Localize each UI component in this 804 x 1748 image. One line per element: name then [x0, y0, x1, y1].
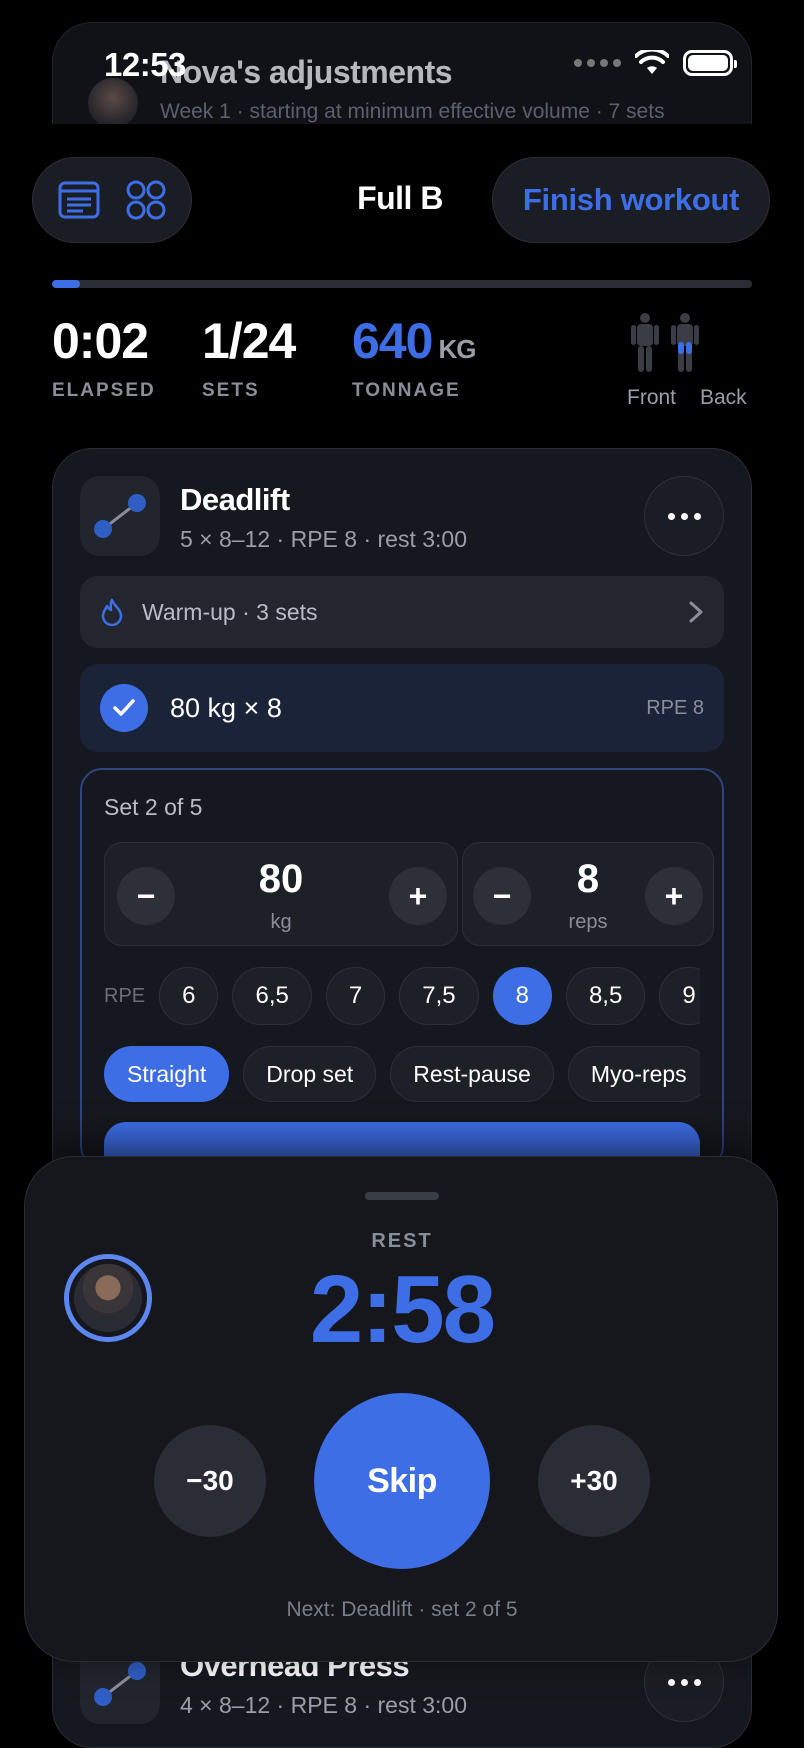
set-type-chip[interactable]: Drop set: [243, 1046, 377, 1102]
add-30s-button[interactable]: +30: [538, 1425, 650, 1537]
tonnage-label: TONNAGE: [352, 380, 461, 401]
back-label: Back: [700, 386, 747, 409]
elapsed-label: ELAPSED: [52, 380, 156, 401]
grid-view-icon[interactable]: [124, 178, 168, 222]
set-type-chip[interactable]: Rest-pause: [390, 1046, 554, 1102]
cellular-icon: [574, 59, 621, 67]
front-label: Front: [627, 386, 677, 409]
tonnage-value: 640: [352, 313, 433, 369]
rest-label: REST: [371, 1230, 433, 1252]
rpe-chip[interactable]: 6,5: [232, 967, 312, 1025]
coach-banner-subtitle: Week 1 · starting at minimum effective v…: [160, 100, 665, 123]
rpe-chip[interactable]: 8,5: [565, 967, 646, 1025]
reps-increment-button[interactable]: +: [645, 867, 703, 925]
wifi-icon: [635, 50, 669, 74]
workout-title: Full B: [357, 180, 443, 216]
finish-workout-button[interactable]: Finish workout: [492, 157, 770, 243]
exercise-meta: 5 × 8–12 · RPE 8 · rest 3:00: [180, 526, 468, 552]
rpe-label: RPE: [104, 984, 146, 1007]
exercise-more-button[interactable]: [644, 476, 724, 556]
next-exercise-meta: 4 × 8–12 · RPE 8 · rest 3:00: [180, 1692, 468, 1718]
rpe-selector: RPE 6 6,5 7 7,5 8 8,5 9: [104, 966, 700, 1026]
sheet-grabber[interactable]: [365, 1192, 439, 1200]
coach-avatar: [88, 78, 138, 128]
tonnage-unit: KG: [438, 334, 476, 364]
elapsed-value: 0:02: [52, 313, 149, 369]
sets-label: SETS: [202, 380, 260, 401]
status-icons: [574, 50, 737, 76]
workout-progress-bar: [52, 280, 752, 288]
next-set-text: Next: Deadlift · set 2 of 5: [286, 1598, 518, 1621]
check-icon[interactable]: [100, 684, 148, 732]
weight-stepper: − 80 kg +: [104, 842, 458, 946]
exercise-name: Deadlift: [180, 482, 290, 517]
rpe-chip[interactable]: 9: [659, 967, 700, 1025]
subtract-30s-button[interactable]: −30: [154, 1425, 266, 1537]
completed-set-rpe: RPE 8: [646, 696, 704, 719]
completed-set-row[interactable]: 80 kg × 8 RPE 8: [80, 664, 724, 752]
completed-set-text: 80 kg × 8: [170, 692, 282, 723]
body-back-icon[interactable]: [667, 312, 703, 374]
rest-countdown: 2:58: [309, 1256, 496, 1363]
status-time: 12:53: [104, 46, 186, 83]
coach-banner-title: Nova's adjustments: [160, 54, 453, 90]
set-type-chip[interactable]: Straight: [104, 1046, 230, 1102]
reps-stepper: − 8 reps +: [462, 842, 714, 946]
barbell-icon: [80, 476, 160, 556]
rpe-chip[interactable]: 8: [492, 967, 552, 1025]
warmup-label: Warm-up · 3 sets: [142, 598, 318, 625]
set-type-selector: Straight Drop set Rest-pause Myo-reps: [104, 1046, 700, 1102]
rpe-chip[interactable]: 6: [159, 967, 219, 1025]
flame-icon: [101, 598, 123, 626]
skip-rest-button[interactable]: Skip: [314, 1393, 490, 1569]
warmup-row[interactable]: Warm-up · 3 sets: [80, 576, 724, 648]
workout-progress-fill: [52, 280, 80, 288]
battery-icon: [683, 50, 737, 76]
view-toggle: [32, 157, 192, 243]
set-type-chip[interactable]: Myo-reps: [567, 1046, 700, 1102]
elapsed-stat: 0:02 ELAPSED: [52, 316, 156, 402]
current-set-title: Set 2 of 5: [104, 794, 203, 820]
coach-avatar[interactable]: [64, 1254, 152, 1342]
weight-increment-button[interactable]: +: [389, 867, 447, 925]
body-front-icon[interactable]: [627, 312, 663, 374]
sets-value: 1/24: [202, 313, 296, 369]
sets-stat: 1/24 SETS: [202, 313, 296, 402]
tonnage-stat: 640 KG TONNAGE: [352, 313, 476, 402]
chevron-right-icon: [689, 601, 703, 623]
list-view-icon[interactable]: [57, 178, 101, 222]
rpe-chip[interactable]: 7,5: [399, 967, 479, 1025]
rpe-chip[interactable]: 7: [325, 967, 386, 1025]
